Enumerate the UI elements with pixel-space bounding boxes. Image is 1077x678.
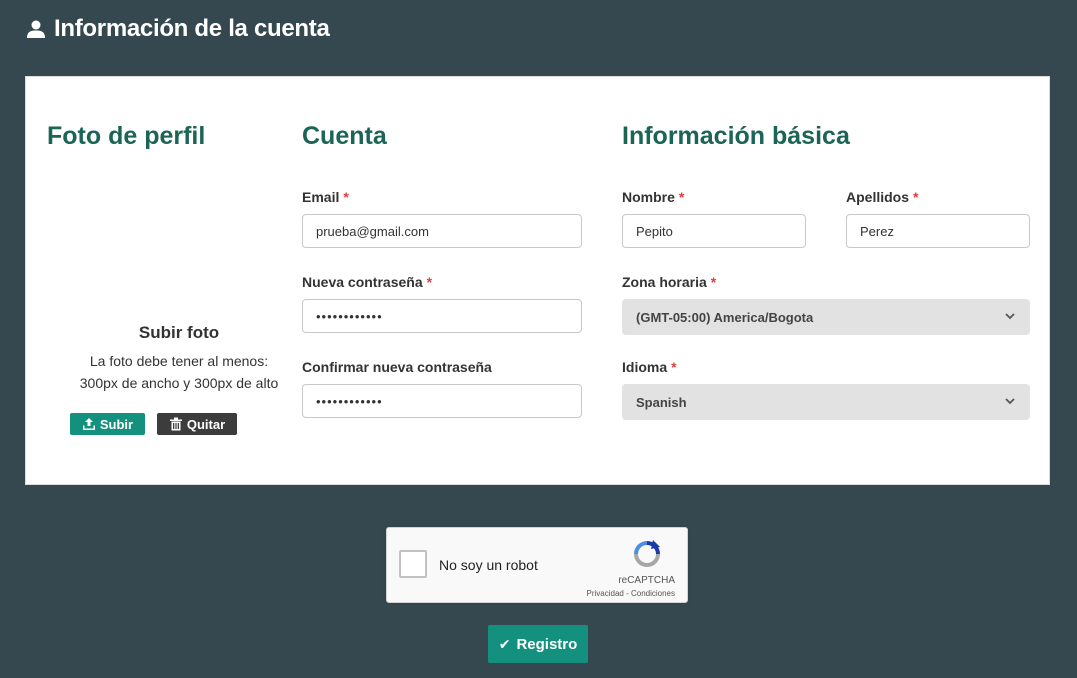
new-password-field[interactable]: [302, 299, 582, 333]
required-marker: *: [678, 189, 685, 205]
timezone-label: Zona horaria *: [622, 274, 716, 290]
chevron-down-icon: [1005, 398, 1015, 405]
required-marker: *: [671, 359, 677, 375]
timezone-select[interactable]: (GMT-05:00) America/Bogota: [622, 299, 1030, 335]
user-icon: [27, 20, 45, 38]
recaptcha-logo-icon: [634, 540, 660, 567]
page-header: Información de la cuenta: [26, 12, 330, 46]
recaptcha-links[interactable]: Privacidad - Condiciones: [587, 589, 676, 598]
confirm-password-label: Confirmar nueva contraseña: [302, 359, 492, 375]
language-label-text: Idioma: [622, 359, 668, 375]
upload-photo-button[interactable]: Subir: [70, 413, 145, 435]
recaptcha-brand: reCAPTCHA: [618, 575, 675, 586]
account-title: Cuenta: [302, 122, 387, 150]
required-marker: *: [913, 189, 919, 205]
basic-info-title: Información básica: [622, 122, 850, 150]
recaptcha-label: No soy un robot: [439, 557, 538, 573]
language-value: Spanish: [636, 394, 687, 410]
account-card: Foto de perfil Subir foto La foto debe t…: [25, 76, 1050, 485]
last-name-field[interactable]: [846, 214, 1030, 248]
required-marker: *: [710, 274, 717, 290]
register-button[interactable]: ✔ Registro: [488, 625, 588, 663]
recaptcha-widget: No soy un robot reCAPTCHA Privacidad - C…: [386, 527, 688, 603]
email-label-text: Email: [302, 189, 340, 205]
upload-photo-description: La foto debe tener al menos: 300px de an…: [51, 350, 307, 394]
timezone-value: (GMT-05:00) America/Bogota: [636, 309, 814, 325]
email-label: Email *: [302, 189, 349, 205]
last-name-label-text: Apellidos: [846, 189, 910, 205]
upload-desc-line2: 300px de ancho y 300px de alto: [79, 375, 279, 391]
check-icon: ✔: [498, 635, 511, 652]
upload-button-label: Subir: [99, 416, 134, 432]
required-marker: *: [343, 189, 349, 205]
register-button-label: Registro: [516, 635, 578, 653]
language-select[interactable]: Spanish: [622, 384, 1030, 420]
remove-button-label: Quitar: [186, 416, 226, 432]
confirm-password-field[interactable]: [302, 384, 582, 418]
first-name-label: Nombre *: [622, 189, 684, 205]
last-name-label: Apellidos *: [846, 189, 918, 205]
upload-desc-line1: La foto debe tener al menos:: [89, 353, 269, 369]
chevron-down-icon: [1005, 313, 1015, 320]
language-label: Idioma *: [622, 359, 677, 375]
new-password-label: Nueva contraseña *: [302, 274, 432, 290]
new-password-label-text: Nueva contraseña: [302, 274, 423, 290]
timezone-label-text: Zona horaria: [622, 274, 707, 290]
trash-icon: [169, 417, 182, 431]
required-marker: *: [426, 274, 433, 290]
upload-icon: [82, 418, 95, 430]
first-name-field[interactable]: [622, 214, 806, 248]
remove-photo-button[interactable]: Quitar: [157, 413, 237, 435]
page-title: Información de la cuenta: [54, 15, 330, 42]
recaptcha-checkbox[interactable]: [399, 550, 427, 578]
upload-photo-title: Subir foto: [138, 323, 220, 342]
first-name-label-text: Nombre: [622, 189, 675, 205]
email-field[interactable]: [302, 214, 582, 248]
profile-photo-title: Foto de perfil: [47, 122, 206, 150]
